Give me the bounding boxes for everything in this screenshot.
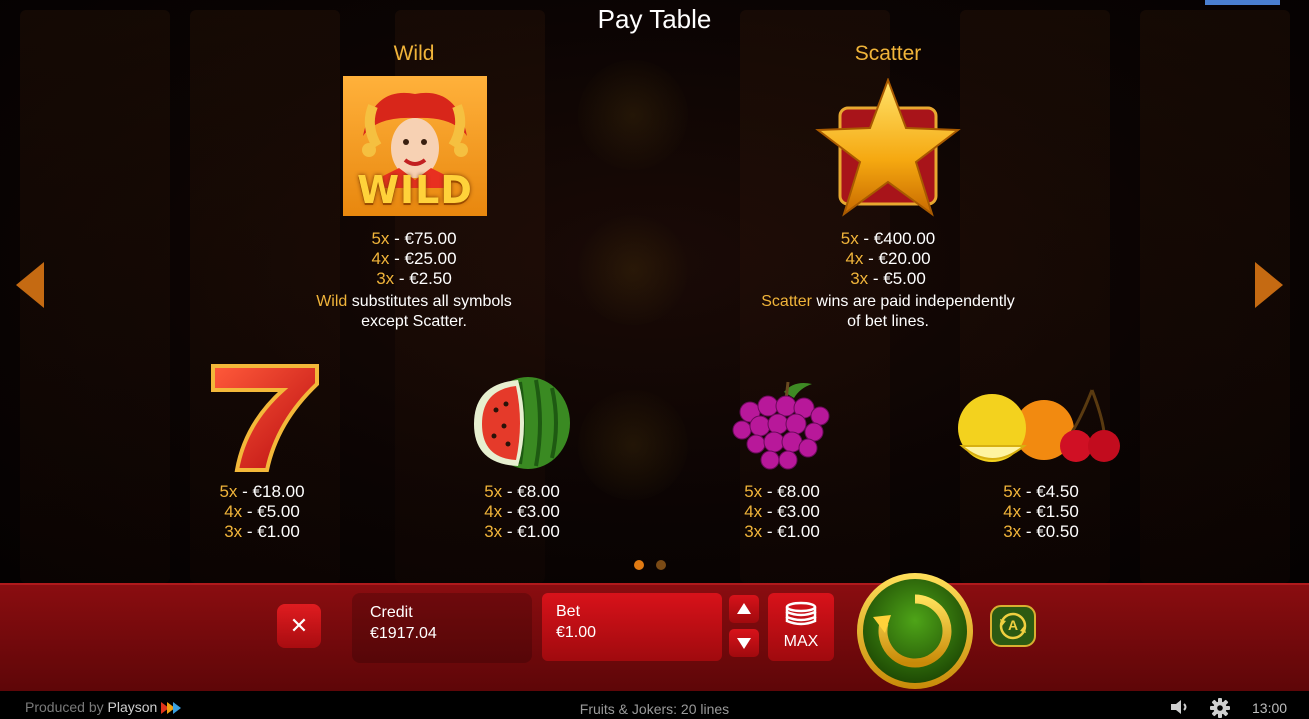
triangle-up-icon bbox=[737, 603, 751, 614]
pay-line: 4x - €20.00 bbox=[845, 249, 931, 268]
seven-paytable: 5x - €18.00 4x - €5.00 3x - €1.00 bbox=[162, 482, 362, 542]
pay-line: 3x - €1.00 bbox=[744, 522, 820, 541]
close-paytable-button[interactable]: ✕ bbox=[277, 604, 321, 648]
page-title: Pay Table bbox=[597, 4, 712, 34]
autoplay-button[interactable]: A bbox=[990, 605, 1036, 647]
wild-description: Wild substitutes all symbols except Scat… bbox=[316, 293, 512, 330]
seven-icon bbox=[205, 362, 323, 474]
bet-display: Bet €1.00 bbox=[542, 593, 722, 661]
watermelon-paytable: 5x - €8.00 4x - €3.00 3x - €1.00 bbox=[422, 482, 622, 542]
wild-paytable: 5x - €75.00 4x - €25.00 3x - €2.50 bbox=[314, 229, 514, 289]
wild-icon-text: WILD bbox=[357, 168, 473, 212]
pay-line: 5x - €8.00 bbox=[484, 482, 560, 501]
pay-line: 4x - €5.00 bbox=[224, 502, 300, 521]
page-dot-1[interactable] bbox=[634, 560, 644, 570]
sound-toggle-icon[interactable] bbox=[1169, 699, 1191, 718]
wild-heading: Wild bbox=[393, 42, 435, 65]
pay-line: 5x - €75.00 bbox=[371, 229, 457, 248]
pay-line: 3x - €0.50 bbox=[1003, 522, 1079, 541]
pay-line: 3x - €5.00 bbox=[850, 269, 926, 288]
page-dot-2[interactable] bbox=[656, 560, 666, 570]
bet-increase-button[interactable] bbox=[729, 595, 759, 623]
bet-value: €1.00 bbox=[556, 624, 597, 641]
credit-display: Credit €1917.04 bbox=[352, 593, 532, 663]
autoplay-letter: A bbox=[1007, 617, 1019, 633]
pay-line: 3x - €2.50 bbox=[376, 269, 452, 288]
pay-line: 4x - €25.00 bbox=[371, 249, 457, 268]
pay-line: 3x - €1.00 bbox=[484, 522, 560, 541]
bet-label: Bet bbox=[556, 603, 581, 620]
max-bet-label: MAX bbox=[783, 633, 819, 650]
citrus-cherry-paytable: 5x - €4.50 4x - €1.50 3x - €0.50 bbox=[941, 482, 1141, 542]
max-bet-button[interactable]: MAX bbox=[768, 593, 834, 661]
footer-bar: Produced by Playson Fruits & Jokers: 20 … bbox=[0, 691, 1309, 719]
settings-gear-icon[interactable] bbox=[1210, 698, 1230, 719]
coins-stack-icon bbox=[785, 601, 817, 626]
previous-page-arrow-icon[interactable] bbox=[16, 262, 44, 308]
clock-time: 13:00 bbox=[1252, 700, 1288, 716]
watermelon-icon bbox=[470, 374, 574, 472]
scatter-description: Scatter wins are paid independently of b… bbox=[761, 293, 1015, 330]
lemon-orange-cherry-icon bbox=[952, 386, 1124, 472]
next-page-arrow-icon[interactable] bbox=[1255, 262, 1283, 308]
pay-line: 5x - €18.00 bbox=[219, 482, 305, 501]
scatter-paytable: 5x - €400.00 4x - €20.00 3x - €5.00 bbox=[788, 229, 988, 289]
pay-line: 5x - €400.00 bbox=[840, 229, 936, 248]
spin-button[interactable] bbox=[855, 571, 975, 691]
pay-line: 4x - €3.00 bbox=[484, 502, 560, 521]
jester-wild-icon: WILD bbox=[343, 76, 487, 216]
credit-label: Credit bbox=[370, 604, 413, 621]
pay-line: 5x - €4.50 bbox=[1003, 482, 1079, 501]
background-circle bbox=[578, 215, 688, 325]
pay-line: 5x - €8.00 bbox=[744, 482, 820, 501]
bet-decrease-button[interactable] bbox=[729, 629, 759, 657]
scatter-heading: Scatter bbox=[854, 42, 922, 65]
triangle-down-icon bbox=[737, 638, 751, 649]
game-name-label: Fruits & Jokers: 20 lines bbox=[579, 701, 730, 717]
game-stage: Pay Table Wild WILD 5x - €75.00 4x - €25… bbox=[0, 0, 1309, 583]
grapes-icon bbox=[728, 378, 836, 474]
credit-value: €1917.04 bbox=[370, 625, 437, 642]
pay-line: 3x - €1.00 bbox=[224, 522, 300, 541]
star-scatter-icon bbox=[814, 77, 962, 218]
control-bar: ✕ Credit €1917.04 Bet €1.00 MAX A bbox=[0, 573, 1309, 691]
pay-line: 4x - €3.00 bbox=[744, 502, 820, 521]
grapes-paytable: 5x - €8.00 4x - €3.00 3x - €1.00 bbox=[682, 482, 882, 542]
page-indicator bbox=[634, 560, 666, 570]
background-circle bbox=[578, 60, 688, 170]
pay-line: 4x - €1.50 bbox=[1003, 502, 1079, 521]
